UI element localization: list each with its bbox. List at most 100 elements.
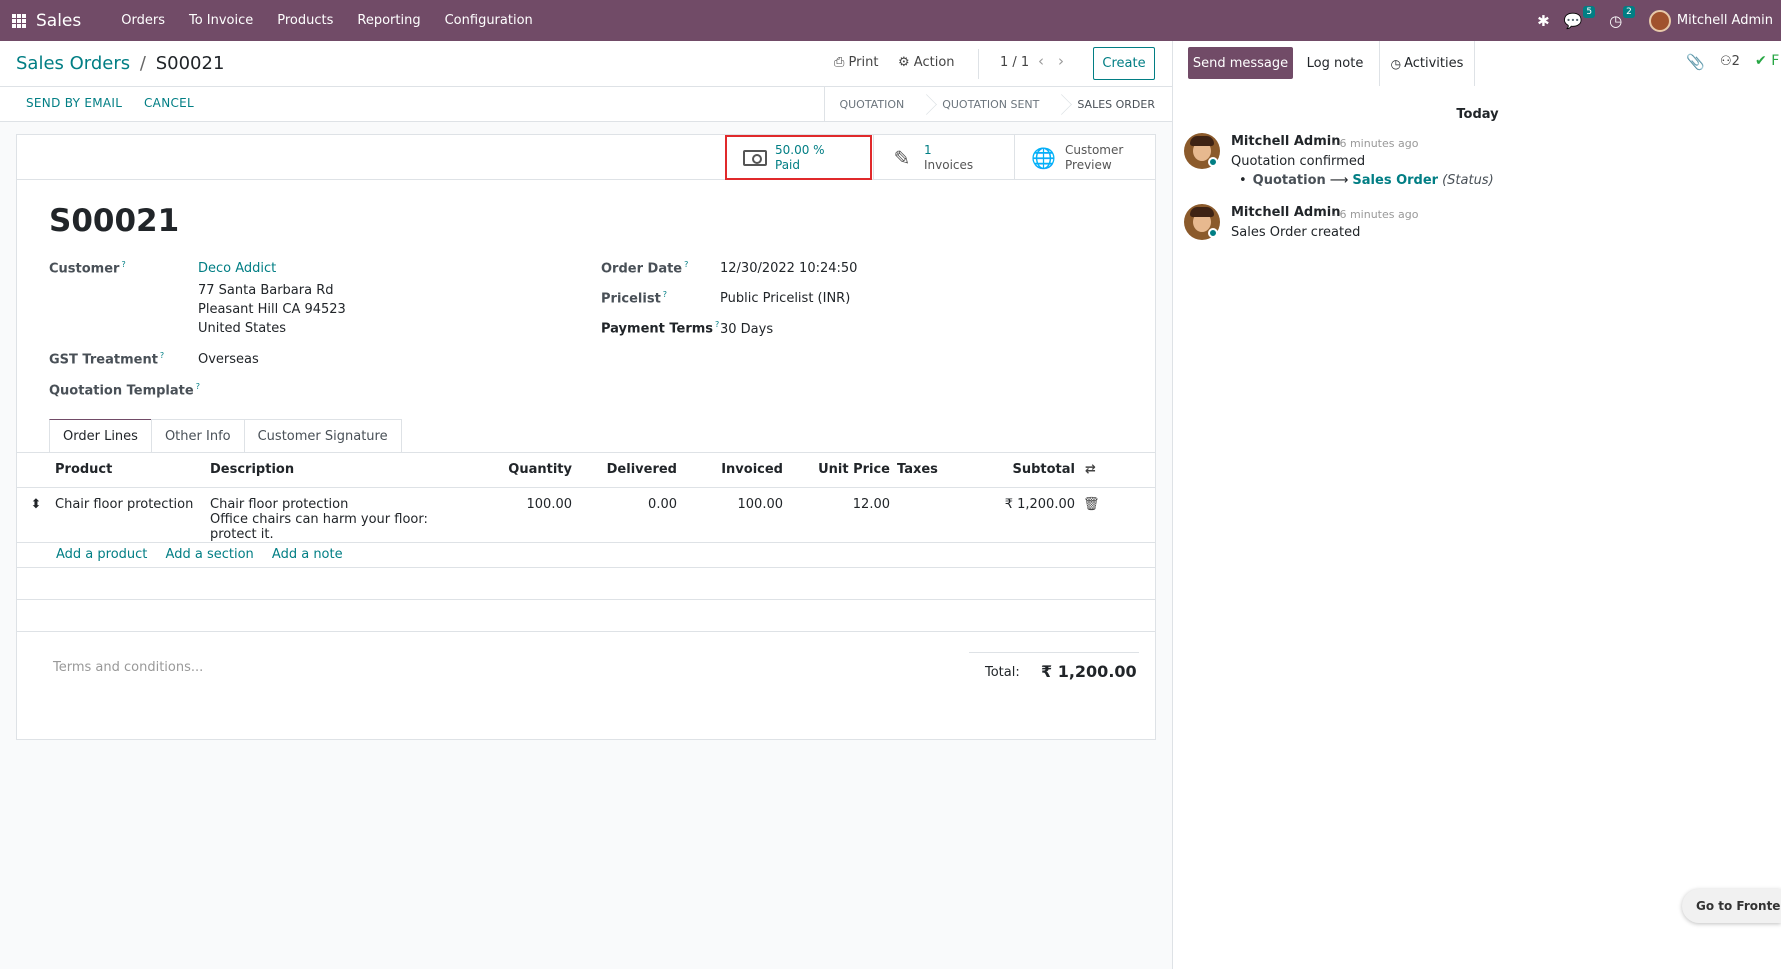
help-tooltip-icon[interactable]: ? (663, 290, 667, 299)
invoices-count: 1 (924, 142, 932, 157)
action-button[interactable]: ⚙ Action (898, 55, 955, 70)
message-author[interactable]: Mitchell Admin (1231, 134, 1340, 149)
drag-handle-icon[interactable]: ⬍ (17, 487, 55, 543)
address-line2: Pleasant Hill CA 94523 (198, 302, 346, 317)
menu-products[interactable]: Products (277, 13, 333, 28)
followers-button[interactable]: ⚇2 (1720, 54, 1740, 69)
table-row[interactable]: ⬍ Chair floor protection Chair floor pro… (17, 487, 1155, 543)
breadcrumb: Sales Orders / S00021 (16, 53, 224, 74)
help-tooltip-icon[interactable]: ? (160, 351, 164, 360)
pager-value[interactable]: 1 / 1 (1000, 55, 1029, 70)
check-icon: ✔ (1755, 53, 1767, 69)
stage-chevron (918, 87, 928, 121)
activities-button[interactable]: ◷ Activities (1379, 41, 1475, 86)
tab-other-info[interactable]: Other Info (150, 419, 245, 453)
unit-price-header[interactable]: Unit Price (783, 453, 890, 488)
paid-smart-button[interactable]: 50.00 % Paid (725, 135, 872, 180)
messages-badge: 5 (1583, 5, 1596, 18)
go-to-frontend-button[interactable]: Go to Frontend (1682, 889, 1781, 923)
breadcrumb-sales-orders[interactable]: Sales Orders (16, 53, 130, 74)
quantity-header[interactable]: Quantity (472, 453, 572, 488)
column-settings-header: ⇄ (1075, 453, 1155, 488)
edit-icon: ✎ (893, 145, 911, 170)
stage-sales-order[interactable]: SALES ORDER (1063, 87, 1155, 121)
subtotal-header[interactable]: Subtotal (950, 453, 1075, 488)
terms-and-conditions-field[interactable]: Terms and conditions... (53, 660, 203, 675)
arrow-right-icon: ⟶ (1329, 173, 1349, 188)
stage-quotation[interactable]: QUOTATION (825, 87, 918, 121)
trash-icon[interactable]: 🗑 (1083, 497, 1100, 512)
cancel-button[interactable]: CANCEL (144, 96, 194, 110)
apps-menu-icon[interactable] (12, 13, 26, 28)
money-icon (743, 149, 767, 166)
tracking-new: Sales Order (1352, 173, 1439, 188)
customer-label: Customer? (49, 260, 126, 276)
message-author[interactable]: Mitchell Admin (1231, 205, 1340, 220)
order-date-label: Order Date? (601, 260, 688, 276)
notebook-tabs: Order Lines Other Info Customer Signatur… (49, 419, 402, 453)
customer-preview-text: Customer Preview (1065, 143, 1123, 173)
taxes-header[interactable]: Taxes (890, 453, 950, 488)
print-button[interactable]: ⎙ Print (834, 55, 878, 70)
total-label: Total: (985, 665, 1020, 680)
row-description[interactable]: Chair floor protection Office chairs can… (210, 487, 472, 543)
menu-configuration[interactable]: Configuration (445, 13, 533, 28)
row-delivered[interactable]: 0.00 (572, 487, 677, 543)
breadcrumb-separator: / (139, 53, 146, 74)
row-product[interactable]: Chair floor protection (55, 487, 210, 543)
payment-terms-field[interactable]: 30 Days (720, 322, 773, 337)
customer-field[interactable]: Deco Addict (198, 261, 276, 276)
chatter-topbar: Send message Log note ◷ Activities 📎 ⚇2 … (1173, 41, 1781, 86)
help-tooltip-icon[interactable]: ? (684, 260, 688, 269)
order-date-field[interactable]: 12/30/2022 10:24:50 (720, 261, 857, 276)
sliders-icon[interactable]: ⇄ (1085, 462, 1096, 477)
chevron-right-icon[interactable]: › (1058, 52, 1064, 70)
activities-label: Activities (1404, 56, 1464, 71)
help-tooltip-icon[interactable]: ? (715, 320, 719, 329)
invoiced-header[interactable]: Invoiced (677, 453, 783, 488)
row-unit-price[interactable]: 12.00 (783, 487, 890, 543)
description-header[interactable]: Description (210, 453, 472, 488)
follow-button[interactable]: ✔ F (1755, 53, 1779, 69)
stage-chevron (1053, 87, 1063, 121)
menu-reporting[interactable]: Reporting (357, 13, 420, 28)
gst-treatment-label: GST Treatment? (49, 351, 164, 367)
menu-to-invoice[interactable]: To Invoice (189, 13, 253, 28)
create-button[interactable]: Create (1093, 47, 1155, 80)
paid-smart-button-text: 50.00 % Paid (775, 143, 825, 173)
customer-label-text: Customer (49, 261, 120, 277)
table-header: Product Description Quantity Delivered I… (17, 453, 1155, 488)
invoices-smart-button[interactable]: ✎ 1 Invoices (873, 135, 1014, 180)
log-note-button[interactable]: Log note (1301, 47, 1369, 79)
divider (978, 49, 979, 79)
send-by-email-button[interactable]: SEND BY EMAIL (26, 96, 122, 110)
stage-quotation-sent[interactable]: QUOTATION SENT (928, 87, 1053, 121)
activities-button[interactable]: ◷ 2 (1609, 5, 1635, 30)
chat-icon: 💬 (1563, 11, 1583, 30)
user-name[interactable]: Mitchell Admin (1677, 13, 1773, 28)
chatter-panel: Send message Log note ◷ Activities 📎 ⚇2 … (1172, 41, 1781, 969)
row-quantity[interactable]: 100.00 (472, 487, 572, 543)
row-invoiced[interactable]: 100.00 (677, 487, 783, 543)
app-name[interactable]: Sales (36, 11, 81, 31)
product-header[interactable]: Product (55, 453, 210, 488)
delivered-header[interactable]: Delivered (572, 453, 677, 488)
template-label-text: Quotation Template (49, 383, 194, 399)
tab-order-lines[interactable]: Order Lines (49, 419, 152, 453)
tab-customer-signature[interactable]: Customer Signature (243, 419, 402, 453)
smart-button-box: 50.00 % Paid ✎ 1 Invoices 🌐 Customer Pre… (17, 135, 1155, 180)
send-message-button[interactable]: Send message (1188, 47, 1293, 79)
bug-icon[interactable]: ✱ (1537, 12, 1550, 30)
print-label: Print (848, 55, 879, 70)
row-taxes[interactable] (890, 487, 950, 543)
customer-preview-smart-button[interactable]: 🌐 Customer Preview (1014, 135, 1155, 180)
chevron-left-icon[interactable]: ‹ (1038, 52, 1044, 70)
gst-treatment-field[interactable]: Overseas (198, 352, 259, 367)
pricelist-field[interactable]: Public Pricelist (INR) (720, 291, 850, 306)
user-avatar[interactable] (1648, 9, 1671, 32)
messages-button[interactable]: 💬 5 (1563, 5, 1596, 30)
help-tooltip-icon[interactable]: ? (196, 382, 200, 391)
paperclip-icon[interactable]: 📎 (1686, 53, 1705, 71)
menu-orders[interactable]: Orders (121, 13, 165, 28)
help-tooltip-icon[interactable]: ? (121, 260, 125, 269)
